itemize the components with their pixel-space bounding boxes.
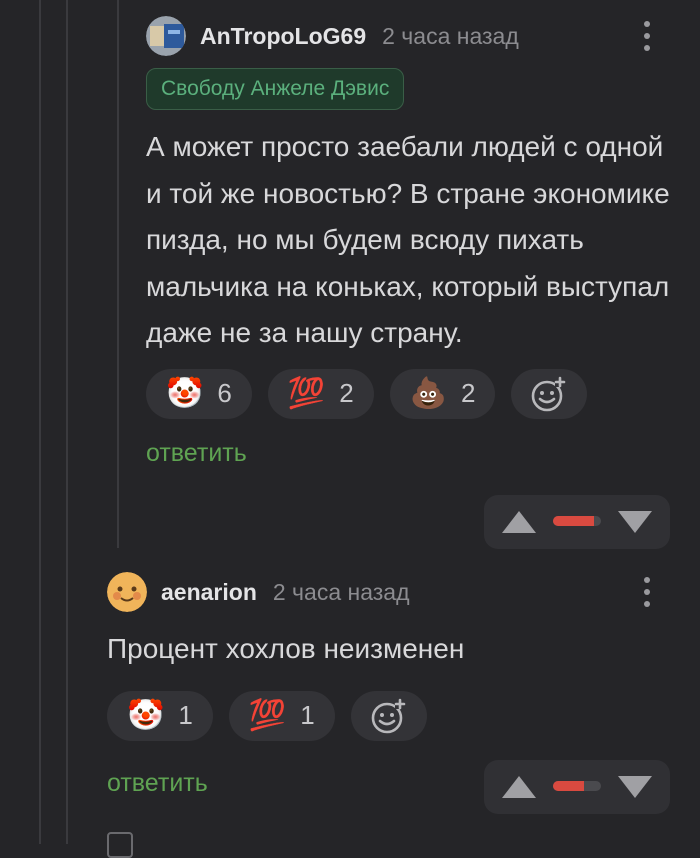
reaction-poop[interactable]: 💩 2 [389,368,496,419]
upvote-arrow-icon[interactable] [502,511,536,533]
timestamp: 2 часа назад [272,578,410,605]
collapse-thread-icon[interactable] [107,832,133,858]
reply-link[interactable]: ответить [146,439,676,468]
more-options-icon[interactable] [644,577,652,607]
comment-text: А может просто заебали людей с одной и т… [146,131,670,348]
reaction-count: 1 [178,700,193,730]
clown-emoji-icon: 🤡 [166,376,204,410]
smiley-plus-icon [532,376,566,411]
reaction-clown[interactable]: 🤡 1 [107,690,213,741]
reaction-count: 2 [339,378,354,408]
rating-bar-fill [553,781,585,791]
more-options-icon[interactable] [644,21,652,51]
upvote-arrow-icon[interactable] [502,776,536,798]
poop-emoji-icon: 💩 [409,376,448,410]
reaction-count: 2 [461,378,476,408]
user-badge: Свободу Анжеле Дэвис [146,68,405,110]
avatar[interactable] [107,572,147,612]
hundred-emoji-icon: 💯 [248,698,287,732]
timestamp: 2 часа назад [382,22,519,49]
downvote-arrow-icon[interactable] [618,511,652,533]
reactions-bar: 🤡 6 💯 2 💩 2 [146,368,676,419]
reaction-clown[interactable]: 🤡 6 [146,368,252,419]
username[interactable]: aenarion [161,579,257,606]
reaction-hundred[interactable]: 💯 1 [228,690,335,741]
thread-line-inner [117,0,119,548]
add-reaction-button[interactable] [350,690,427,741]
thread-line-outer-2 [66,0,68,844]
reaction-count: 1 [300,700,315,730]
downvote-arrow-icon[interactable] [618,776,652,798]
clown-emoji-icon: 🤡 [127,698,165,732]
username[interactable]: AnTropoLoG69 [200,23,366,50]
add-reaction-button[interactable] [511,368,588,419]
rating-bar [553,781,601,791]
comment-text: Процент хохлов неизменен [107,633,465,664]
smiley-plus-icon [371,698,405,733]
rating-bar-fill [553,516,594,526]
comment-antropolog69: AnTropoLoG69 2 часа назад Свободу Анжеле… [146,16,676,468]
thread-line-outer [39,0,41,844]
vote-widget [484,760,670,814]
reaction-hundred[interactable]: 💯 2 [267,368,374,419]
hundred-emoji-icon: 💯 [287,376,326,410]
rating-bar [553,516,601,526]
comment-header: AnTropoLoG69 2 часа назад [146,16,676,56]
avatar[interactable] [146,16,186,56]
vote-widget [484,495,670,549]
reactions-bar: 🤡 1 💯 1 [107,690,677,741]
comment-header: aenarion 2 часа назад [107,572,677,612]
reaction-count: 6 [217,378,232,408]
